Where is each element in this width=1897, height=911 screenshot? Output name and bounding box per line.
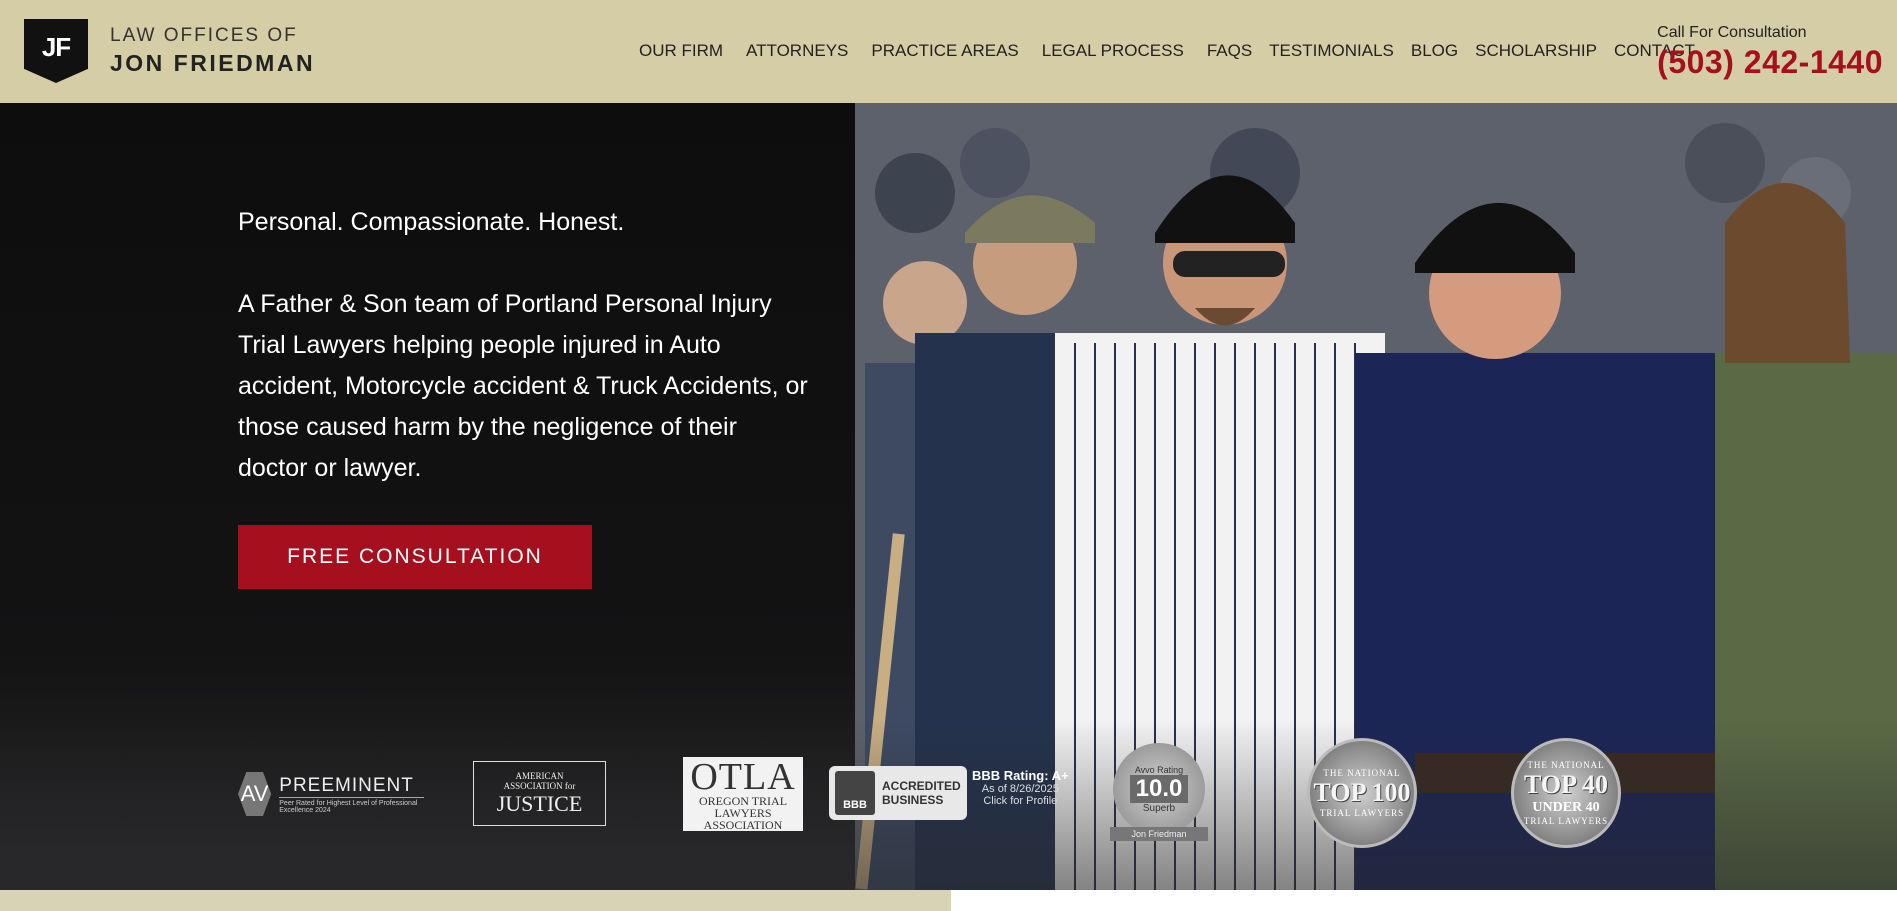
otla-title: OTLA — [690, 756, 796, 798]
nav-attorneys[interactable]: ATTORNEYS — [746, 41, 848, 61]
top40-big: TOP 40 — [1523, 770, 1609, 799]
av-text: PREEMINENT Peer Rated for Highest Level … — [279, 775, 424, 814]
nav-testimonials[interactable]: TESTIMONIALS — [1269, 41, 1394, 61]
av-year: 2024 — [315, 806, 331, 814]
bbb-line-2: BUSINESS — [882, 793, 944, 807]
next-section-right — [951, 890, 1897, 911]
aaj-line-2: ASSOCIATION for — [503, 780, 576, 791]
nav-our-firm[interactable]: OUR FIRM — [639, 41, 723, 61]
top40-bot: TRIAL LAWYERS — [1523, 816, 1609, 826]
aaj-line-1: AMERICAN — [515, 770, 564, 781]
bbb-text: ACCREDITED BUSINESS — [882, 779, 961, 807]
av-title: PREEMINENT — [279, 775, 424, 798]
next-section-left — [0, 890, 951, 911]
bbb-torch-icon: BBB — [835, 771, 875, 815]
otla-badge[interactable]: OTLA OREGON TRIAL LAWYERS ASSOCIATION — [683, 757, 803, 831]
top100-bot: TRIAL LAWYERS — [1319, 808, 1405, 818]
aaj-text: AMERICAN ASSOCIATION for JUSTICE — [497, 771, 583, 817]
bbb-rating-date: As of 8/26/2025 — [981, 783, 1059, 795]
hero-tagline: Personal. Compassionate. Honest. — [238, 208, 625, 236]
phone-link[interactable]: (503) 242-1440 — [1657, 44, 1883, 81]
logo[interactable]: JF LAW OFFICES OF JON FRIEDMAN — [24, 19, 315, 83]
main-nav: OUR FIRM ATTORNEYS PRACTICE AREAS LEGAL … — [639, 41, 1712, 61]
bbb-rating-value: BBB Rating: A+ — [972, 768, 1069, 783]
nav-faqs[interactable]: FAQS — [1207, 41, 1252, 61]
av-hex-icon: AV — [238, 772, 272, 816]
top100-top: THE NATIONAL — [1323, 768, 1401, 778]
logo-badge-icon: JF — [24, 19, 88, 83]
aaj-badge[interactable]: AMERICAN ASSOCIATION for JUSTICE — [473, 761, 606, 826]
top40-mid: UNDER 40 — [1532, 800, 1600, 815]
top100-big: TOP 100 — [1313, 778, 1411, 807]
logo-line-2: JON FRIEDMAN — [110, 50, 316, 76]
consult-label: Call For Consultation — [1657, 24, 1807, 41]
hero-description: A Father & Son team of Portland Personal… — [238, 290, 808, 482]
top40-top: THE NATIONAL — [1527, 760, 1605, 770]
avvo-seal-icon: Avvo Rating 10.0 Superb — [1113, 743, 1205, 835]
logo-text: LAW OFFICES OF JON FRIEDMAN — [110, 25, 315, 77]
site-header: JF LAW OFFICES OF JON FRIEDMAN OUR FIRM … — [0, 0, 1897, 103]
nav-legal-process[interactable]: LEGAL PROCESS — [1042, 41, 1184, 61]
logo-line-1: LAW OFFICES OF — [110, 25, 298, 46]
aaj-line-3: JUSTICE — [496, 790, 583, 816]
av-sub-text: Peer Rated for Highest Level of Professi… — [279, 799, 418, 814]
free-consultation-button[interactable]: FREE CONSULTATION — [238, 525, 592, 589]
av-subtitle: Peer Rated for Highest Level of Professi… — [279, 800, 424, 814]
top-100-trial-lawyers-badge[interactable]: THE NATIONAL TOP 100 TRIAL LAWYERS — [1307, 738, 1417, 848]
nav-practice-areas[interactable]: PRACTICE AREAS — [871, 41, 1018, 61]
avvo-rating-badge[interactable]: Avvo Rating 10.0 Superb Jon Friedman — [1100, 743, 1218, 843]
nav-blog[interactable]: BLOG — [1411, 41, 1458, 61]
otla-line-3: ASSOCIATION — [703, 818, 783, 832]
consultation-contact: Call For Consultation (503) 242-1440 — [1657, 24, 1883, 81]
bbb-line-1: ACCREDITED — [882, 779, 961, 793]
top-40-under-40-badge[interactable]: THE NATIONAL TOP 40 UNDER 40 TRIAL LAWYE… — [1511, 738, 1621, 848]
bbb-profile-link[interactable]: Click for Profile — [972, 795, 1069, 807]
nav-scholarship[interactable]: SCHOLARSHIP — [1475, 41, 1597, 61]
bbb-accredited-badge[interactable]: BBB ACCREDITED BUSINESS — [829, 766, 967, 820]
avvo-score: 10.0 — [1129, 774, 1189, 803]
avvo-label: Avvo Rating — [1134, 764, 1184, 775]
avvo-name: Jon Friedman — [1110, 827, 1208, 841]
avvo-word: Superb — [1142, 802, 1176, 814]
bbb-rating[interactable]: BBB Rating: A+ As of 8/26/2025 Click for… — [972, 768, 1069, 807]
av-preeminent-badge[interactable]: AV PREEMINENT Peer Rated for Highest Lev… — [238, 772, 424, 816]
